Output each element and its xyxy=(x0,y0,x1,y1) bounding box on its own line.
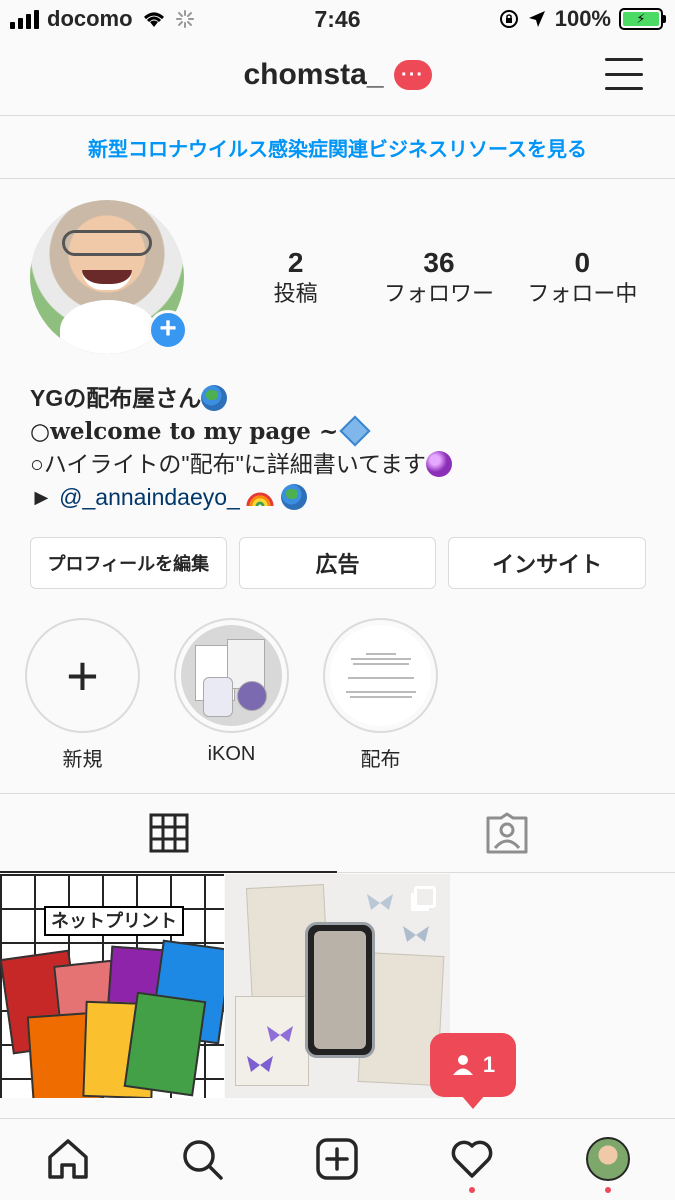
diamond-emoji-icon xyxy=(339,415,371,447)
highlight-label: iKON xyxy=(207,743,256,765)
location-arrow-icon xyxy=(528,11,545,27)
more-options-badge[interactable]: ··· xyxy=(393,60,432,90)
globe-emoji-icon xyxy=(201,385,228,411)
multiple-images-icon xyxy=(414,886,436,908)
menu-icon[interactable] xyxy=(605,58,643,90)
profile-avatar-container[interactable]: + xyxy=(30,200,188,354)
activity-dot xyxy=(469,1187,475,1193)
highlight-haifu-circle[interactable] xyxy=(323,618,438,733)
profile-avatar-icon xyxy=(586,1137,630,1181)
nav-activity[interactable] xyxy=(448,1135,496,1193)
promotions-button[interactable]: 広告 xyxy=(238,537,437,589)
followers-count: 36 xyxy=(423,247,455,278)
nav-home[interactable] xyxy=(44,1135,92,1183)
tab-grid[interactable] xyxy=(0,794,337,873)
mention-link[interactable]: @_annaindaeyo_ xyxy=(59,484,240,510)
rotation-lock-icon xyxy=(499,10,518,28)
followers-stat[interactable]: 36 フォロワー xyxy=(367,246,510,308)
highlight-haifu-thumbnail xyxy=(330,625,431,726)
followers-label: フォロワー xyxy=(383,281,494,306)
following-count: 0 xyxy=(574,247,591,278)
bottom-navigation xyxy=(0,1118,675,1200)
profile-stats: 2 投稿 36 フォロワー 0 フォロー中 xyxy=(224,246,654,308)
highlight-new-circle[interactable]: + xyxy=(25,618,140,733)
bio-name-line: YGの配布屋さん xyxy=(30,382,650,415)
insights-button[interactable]: インサイト xyxy=(448,537,647,589)
tab-tagged[interactable] xyxy=(338,794,675,873)
home-icon xyxy=(48,1139,88,1179)
profile-header: chomsta_ ··· xyxy=(0,40,675,116)
new-follower-notification[interactable]: 1 xyxy=(430,1033,516,1109)
bio-arrow: ► xyxy=(30,484,53,510)
crystal-ball-emoji-icon xyxy=(425,451,452,477)
status-bar: docomo 7:46 100% ⚡ xyxy=(0,0,675,40)
highlight-new[interactable]: + 新規 xyxy=(25,618,140,772)
highlight-label: 新規 xyxy=(62,749,103,771)
highlight-haifu[interactable]: 配布 xyxy=(323,618,438,772)
bio-text-2: ○ハイライトの"配布"に詳細書いてます xyxy=(30,451,426,477)
nav-search[interactable] xyxy=(178,1135,226,1183)
rainbow-emoji-icon xyxy=(246,492,274,507)
add-post-icon xyxy=(316,1138,358,1180)
highlight-ikon-circle[interactable] xyxy=(174,618,289,733)
profile-tabs xyxy=(0,793,675,873)
post-thumbnail-1[interactable]: ネットプリント xyxy=(0,874,224,1098)
post-1-title: ネットプリント xyxy=(44,906,184,936)
highlight-ikon-thumbnail xyxy=(181,625,282,726)
profile-dot xyxy=(605,1187,611,1193)
posts-count: 2 xyxy=(287,247,304,278)
username[interactable]: chomsta_ xyxy=(243,58,383,92)
bio-line-3: ► @_annaindaeyo_ xyxy=(30,481,650,514)
display-name: YGの配布屋さん xyxy=(30,385,202,411)
following-label: フォロー中 xyxy=(527,281,638,306)
bio-line-2: ○ハイライトの"配布"に詳細書いてます xyxy=(30,448,650,481)
grid-icon xyxy=(149,813,188,852)
nav-add-post[interactable] xyxy=(313,1135,361,1183)
bio-text-1: ○welcome to my page ~ xyxy=(30,418,339,445)
post-thumbnail-2[interactable] xyxy=(225,874,450,1098)
highlight-ikon[interactable]: iKON xyxy=(174,618,289,772)
person-icon xyxy=(452,1055,473,1075)
edit-profile-button[interactable]: プロフィールを編集 xyxy=(30,537,227,589)
heart-icon xyxy=(451,1140,493,1178)
story-highlights: + 新規 iKON 配布 xyxy=(25,618,438,772)
globe-emoji-icon-2 xyxy=(280,484,307,510)
posts-label: 投稿 xyxy=(273,281,318,306)
battery-percent: 100% xyxy=(554,6,611,31)
tagged-person-icon xyxy=(486,812,527,854)
search-icon xyxy=(183,1140,223,1180)
profile-actions: プロフィールを編集 広告 インサイト xyxy=(30,537,647,589)
plus-icon: + xyxy=(66,643,99,707)
status-right: 100% ⚡ xyxy=(499,6,666,32)
following-stat[interactable]: 0 フォロー中 xyxy=(511,246,654,308)
profile-bio: YGの配布屋さん ○welcome to my page ~ ○ハイライトの"配… xyxy=(30,382,650,514)
covid-resources-banner[interactable]: 新型コロナウイルス感染症関連ビジネスリソースを見る xyxy=(0,117,675,179)
nav-profile[interactable] xyxy=(584,1135,632,1193)
posts-stat[interactable]: 2 投稿 xyxy=(224,246,367,308)
battery-icon: ⚡ xyxy=(619,8,666,30)
highlight-label: 配布 xyxy=(360,749,401,771)
notification-count: 1 xyxy=(482,1052,496,1077)
username-area[interactable]: chomsta_ ··· xyxy=(0,58,675,92)
add-story-icon[interactable]: + xyxy=(148,310,188,350)
bio-line-1: ○welcome to my page ~ xyxy=(30,415,650,448)
